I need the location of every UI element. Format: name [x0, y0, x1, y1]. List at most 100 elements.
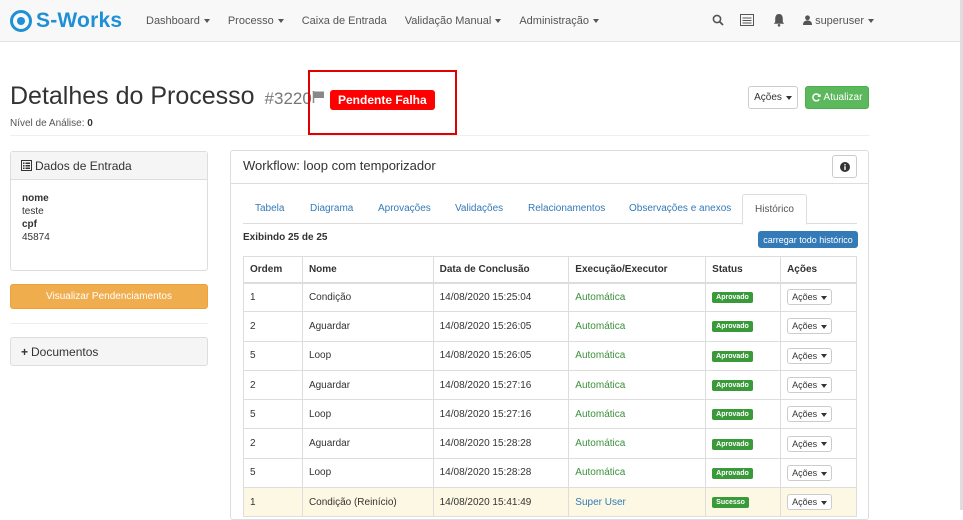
executor-link[interactable]: Automática [575, 380, 625, 391]
nav-processo[interactable]: Processo [228, 15, 284, 27]
nav-caixa-entrada[interactable]: Caixa de Entrada [302, 15, 387, 27]
tab-diagrama[interactable]: Diagrama [310, 194, 353, 224]
executor-link[interactable]: Automática [575, 409, 625, 420]
row-actions-button[interactable]: Ações [787, 464, 833, 481]
logo-icon [10, 10, 32, 32]
row-actions-label: Ações [792, 292, 818, 303]
input-data-title: Dados de Entrada [35, 158, 132, 173]
row-actions-label: Ações [792, 497, 818, 508]
page-title: Detalhes do Processo #3220 [10, 82, 312, 111]
executor-link[interactable]: Super User [575, 497, 626, 508]
data-value: 14/08/2020 15:26:05 [439, 350, 532, 362]
row-actions-button[interactable]: Ações [787, 494, 833, 511]
cell-data: 14/08/2020 15:27:16 [432, 369, 570, 401]
executor-link[interactable]: Automática [575, 321, 625, 332]
cell-status: Aprovado [705, 340, 782, 371]
executor-link[interactable]: Automática [575, 350, 625, 361]
row-actions-label: Ações [792, 438, 818, 449]
refresh-button[interactable]: Atualizar [805, 86, 869, 109]
tab-tabela[interactable]: Tabela [255, 194, 284, 224]
column-header[interactable]: Nome [301, 256, 434, 284]
info-button[interactable] [832, 155, 857, 178]
tab-validacoes[interactable]: Validações [455, 194, 503, 224]
column-header[interactable]: Execução/Executor [568, 256, 707, 284]
cell-data: 14/08/2020 15:25:04 [432, 281, 570, 313]
caret-down-icon [821, 354, 828, 359]
nav-administracao-label: Administração [519, 15, 590, 27]
row-actions-label: Ações [792, 467, 818, 478]
nav-dashboard[interactable]: Dashboard [146, 15, 210, 27]
nome-value: Aguardar [308, 379, 351, 391]
documents-panel[interactable]: + Documentos [10, 337, 208, 366]
executor-link[interactable]: Automática [575, 438, 625, 449]
column-header[interactable]: Data de Conclusão [432, 256, 570, 284]
row-actions-button[interactable]: Ações [787, 318, 833, 335]
caret-down-icon [821, 412, 828, 417]
bell-icon[interactable] [773, 13, 785, 27]
list-icon[interactable] [740, 14, 754, 26]
ordem-value: 5 [250, 350, 256, 362]
nav-caixa-entrada-label: Caixa de Entrada [301, 15, 387, 27]
table-row: 2 Aguardar 14/08/2020 15:27:16 Automática Ap… [243, 369, 857, 401]
nav-validacao-manual[interactable]: Validação Manual [405, 15, 502, 27]
actions-dropdown-button[interactable]: Ações [748, 86, 798, 109]
nome-value: Condição [308, 291, 352, 303]
nav-validacao-manual-label: Validação Manual [404, 15, 492, 27]
view-pendencies-button[interactable]: Visualizar Pendenciamentos [10, 284, 208, 309]
nav-administracao[interactable]: Administração [519, 15, 600, 27]
row-actions-button[interactable]: Ações [787, 435, 833, 452]
tab-historico[interactable]: Histórico [742, 194, 807, 225]
cell-data: 14/08/2020 15:28:28 [432, 428, 570, 459]
row-actions-button[interactable]: Ações [787, 289, 833, 306]
cell-ordem: 1 [243, 281, 303, 313]
cell-acoes: Ações [780, 487, 857, 518]
row-actions-button[interactable]: Ações [787, 347, 833, 364]
cell-data: 14/08/2020 15:26:05 [432, 340, 570, 371]
row-actions-button[interactable]: Ações [787, 377, 833, 394]
row-actions-button[interactable]: Ações [787, 406, 833, 423]
tab-aprovacoes[interactable]: Aprovações [378, 194, 431, 224]
caret-down-icon [785, 95, 792, 100]
tab-relacionamentos[interactable]: Relacionamentos [528, 194, 605, 224]
cell-data: 14/08/2020 15:41:49 [432, 487, 570, 518]
cell-nome: Aguardar [301, 311, 434, 342]
cell-acoes: Ações [780, 311, 857, 342]
nome-value: Loop [308, 408, 332, 420]
workflow-panel: Workflow: loop com temporizador Tabela D… [230, 150, 869, 520]
cell-status: Aprovado [705, 428, 782, 459]
search-icon[interactable] [712, 14, 724, 26]
tab-observacoes[interactable]: Observações e anexos [629, 194, 731, 224]
table-header-row: Ordem Nome Data de Conclusão Execução/Ex… [243, 256, 857, 284]
analysis-level-value: 0 [87, 118, 93, 129]
workflow-title: Workflow: loop com temporizador [243, 158, 436, 173]
cell-ordem: 5 [243, 457, 303, 489]
showing-count: Exibindo 25 de 25 [243, 232, 328, 243]
workflow-tabs: Tabela Diagrama Aprovações Validações Re… [243, 194, 857, 225]
field-key: cpf [22, 219, 37, 230]
status-badge: Aprovado [712, 467, 753, 479]
cell-nome: Condição [301, 281, 434, 313]
caret-down-icon [821, 325, 828, 330]
column-header[interactable]: Status [705, 256, 782, 284]
column-header[interactable]: Ordem [243, 256, 303, 284]
caret-down-icon [821, 471, 828, 476]
user-menu[interactable]: superuser [803, 15, 874, 27]
header-divider [10, 135, 869, 136]
main-menu: Dashboard Processo Caixa de Entrada Vali… [146, 15, 617, 27]
cell-exec: Automática [568, 340, 707, 371]
cell-status: Aprovado [705, 399, 782, 430]
data-value: 14/08/2020 15:25:04 [439, 291, 532, 303]
field-value: 45874 [22, 232, 50, 243]
column-header[interactable]: Ações [780, 256, 857, 284]
cell-ordem: 2 [243, 369, 303, 401]
data-value: 14/08/2020 15:28:28 [439, 438, 532, 450]
load-all-history-button[interactable]: carregar todo histórico [758, 231, 858, 248]
executor-link[interactable]: Automática [575, 292, 625, 303]
ordem-value: 2 [250, 438, 256, 450]
cell-status: Aprovado [705, 457, 782, 489]
status-badge: Aprovado [712, 438, 753, 450]
table-row: 5 Loop 14/08/2020 15:27:16 Automática Aprova… [243, 399, 857, 430]
ordem-value: 5 [250, 408, 256, 420]
executor-link[interactable]: Automática [575, 467, 625, 478]
brand-logo[interactable]: S-Works [10, 9, 122, 33]
